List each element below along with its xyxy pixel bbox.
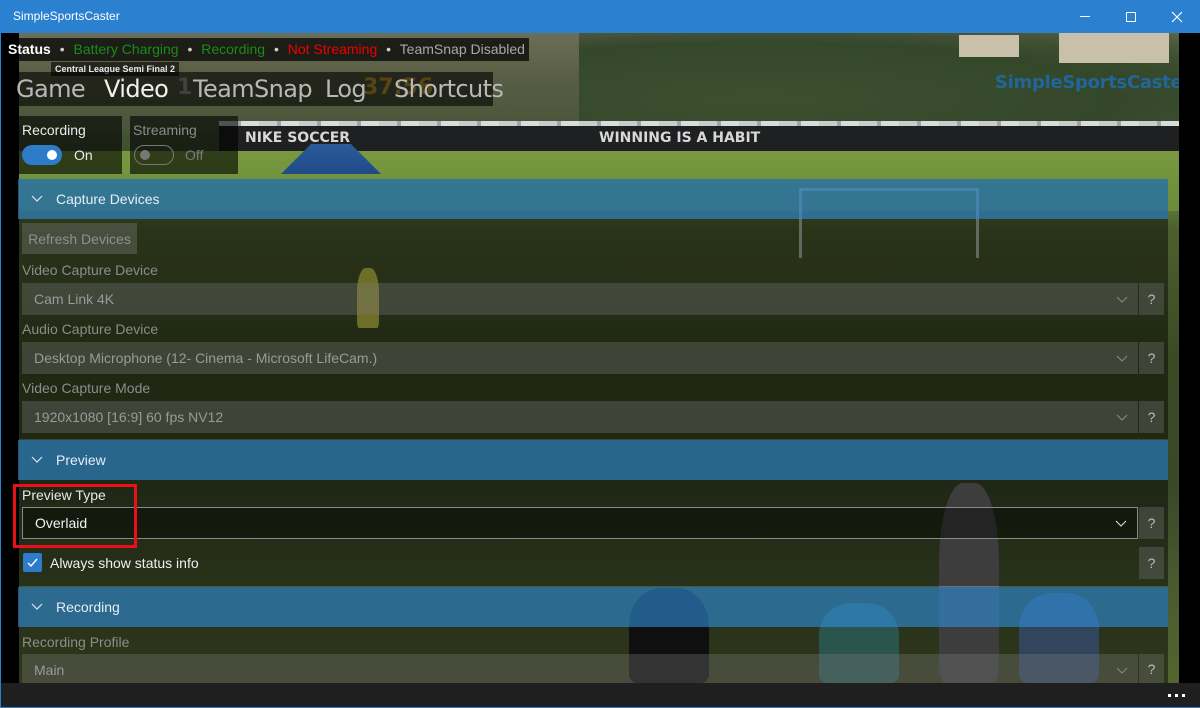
fence-text-nike: NIKE SOCCER xyxy=(245,130,351,146)
status-bar: Status • Battery Charging • Recording • … xyxy=(4,38,529,61)
separator: • xyxy=(59,41,65,57)
status-streaming: Not Streaming xyxy=(287,41,378,57)
help-button[interactable]: ? xyxy=(1139,654,1164,683)
checkmark-icon xyxy=(27,558,38,568)
right-margin xyxy=(1179,33,1200,683)
refresh-devices-button[interactable]: Refresh Devices xyxy=(22,223,137,254)
streaming-toggle-state: Off xyxy=(185,147,204,163)
toggle-knob xyxy=(140,150,150,160)
chevron-down-icon xyxy=(31,456,43,463)
more-icon-dot xyxy=(1174,693,1178,697)
fence-text-winning: WINNING IS A HABIT xyxy=(599,130,761,146)
help-button[interactable]: ? xyxy=(1139,283,1164,315)
more-icon-dot xyxy=(1181,693,1185,697)
recording-profile-label: Recording Profile xyxy=(22,634,130,650)
recording-header[interactable]: Recording xyxy=(18,587,1168,627)
close-button[interactable] xyxy=(1154,0,1200,33)
minimize-icon xyxy=(1080,16,1090,17)
separator: • xyxy=(273,41,279,57)
help-button[interactable]: ? xyxy=(1139,342,1164,374)
title-bar: SimpleSportsCaster xyxy=(1,0,1200,33)
video-capture-device-value: Cam Link 4K xyxy=(34,291,115,307)
tab-shortcuts[interactable]: Shortcuts xyxy=(394,73,504,105)
more-button[interactable] xyxy=(1161,683,1191,707)
app-window: SimpleSportsCaster NIKE SOCCER WINNING I… xyxy=(0,0,1200,708)
house xyxy=(959,35,1019,57)
status-label: Status xyxy=(8,41,51,57)
recording-profile-value: Main xyxy=(34,662,65,678)
recording-toggle-card: Recording On xyxy=(19,116,122,174)
maximize-icon xyxy=(1126,11,1136,22)
video-capture-mode-select[interactable]: 1920x1080 [16:9] 60 fps NV12 xyxy=(22,401,1138,433)
status-recording: Recording xyxy=(201,41,266,57)
preview-header[interactable]: Preview xyxy=(18,440,1168,480)
highlight-annotation xyxy=(13,484,137,548)
brand-logo: SimpleSportsCaster xyxy=(995,72,1191,93)
chevron-down-icon xyxy=(1116,296,1128,303)
capture-devices-header[interactable]: Capture Devices xyxy=(18,179,1168,219)
chevron-down-icon xyxy=(1115,520,1127,527)
video-capture-mode-value: 1920x1080 [16:9] 60 fps NV12 xyxy=(34,409,224,425)
chevron-down-icon xyxy=(31,195,43,202)
left-margin xyxy=(1,33,19,683)
tab-video[interactable]: Video xyxy=(104,73,169,105)
video-capture-mode-label: Video Capture Mode xyxy=(22,380,151,396)
help-button[interactable]: ? xyxy=(1139,401,1164,433)
help-button[interactable]: ? xyxy=(1139,507,1164,539)
recording-toggle-label: Recording xyxy=(22,122,86,138)
more-icon-dot xyxy=(1167,693,1171,697)
streaming-toggle-switch[interactable] xyxy=(134,145,174,165)
status-teamsnap: TeamSnap Disabled xyxy=(399,41,525,57)
close-icon xyxy=(1171,11,1183,22)
recording-profile-select[interactable]: Main xyxy=(22,654,1138,683)
status-battery: Battery Charging xyxy=(73,41,179,57)
audio-capture-device-value: Desktop Microphone (12- Cinema - Microso… xyxy=(34,350,378,366)
ghost-score: 1 xyxy=(177,75,193,100)
house xyxy=(1059,33,1169,63)
video-capture-device-label: Video Capture Device xyxy=(22,262,158,278)
audio-capture-device-select[interactable]: Desktop Microphone (12- Cinema - Microso… xyxy=(22,342,1138,374)
video-capture-device-select[interactable]: Cam Link 4K xyxy=(22,283,1138,315)
minimize-button[interactable] xyxy=(1062,0,1108,33)
separator: • xyxy=(187,41,193,57)
command-bar xyxy=(2,683,1200,707)
chevron-down-icon xyxy=(31,603,43,610)
separator: • xyxy=(386,41,392,57)
maximize-button[interactable] xyxy=(1108,0,1154,33)
always-show-status-checkbox[interactable] xyxy=(23,553,42,572)
always-show-status-label: Always show status info xyxy=(50,555,199,571)
tab-log[interactable]: Log xyxy=(325,73,367,105)
nav-tabs: 1 37:56 Game Video TeamSnap Log Shortcut… xyxy=(7,72,504,106)
chevron-down-icon xyxy=(1116,355,1128,362)
toggle-knob xyxy=(47,150,57,160)
capture-devices-title: Capture Devices xyxy=(56,191,160,207)
chevron-down-icon xyxy=(1116,414,1128,421)
help-button[interactable]: ? xyxy=(1139,547,1164,579)
streaming-toggle-card: Streaming Off xyxy=(130,116,238,174)
recording-toggle-switch[interactable] xyxy=(22,145,62,165)
chevron-down-icon xyxy=(1116,667,1128,674)
audio-capture-device-label: Audio Capture Device xyxy=(22,321,159,337)
tab-teamsnap[interactable]: TeamSnap xyxy=(193,73,313,105)
app-title: SimpleSportsCaster xyxy=(13,9,120,23)
tab-game[interactable]: Game xyxy=(16,73,86,105)
recording-section-title: Recording xyxy=(56,599,120,615)
recording-toggle-state: On xyxy=(74,147,93,163)
preview-type-select[interactable]: Overlaid xyxy=(22,507,1138,539)
streaming-toggle-label: Streaming xyxy=(133,122,197,138)
preview-title: Preview xyxy=(56,452,106,468)
